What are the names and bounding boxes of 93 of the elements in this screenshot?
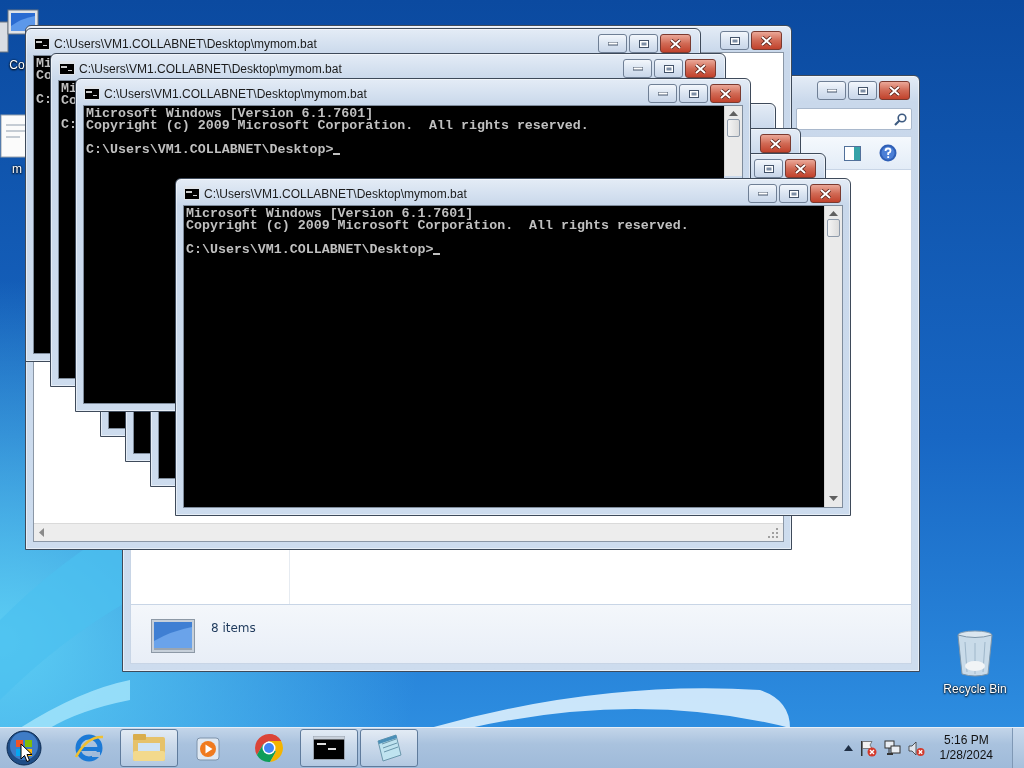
minimize-button[interactable] bbox=[623, 59, 652, 78]
globe-e-icon bbox=[73, 732, 105, 764]
scroll-thumb[interactable] bbox=[727, 119, 740, 137]
search-icon bbox=[894, 112, 907, 126]
console-icon bbox=[184, 186, 200, 200]
command-prompt: C:\Users\VM1.COLLABNET\Desktop> bbox=[86, 144, 334, 156]
maximize-icon bbox=[663, 64, 674, 73]
minimize-icon bbox=[607, 41, 618, 46]
recycle-bin-icon bbox=[956, 630, 994, 678]
window-title: C:\Users\VM1.COLLABNET\Desktop\mymom.bat bbox=[104, 87, 367, 101]
help-icon[interactable] bbox=[879, 144, 897, 162]
play-icon bbox=[195, 734, 223, 762]
minimize-button[interactable] bbox=[598, 34, 627, 53]
search-field[interactable] bbox=[796, 108, 912, 130]
desktop-icon-label[interactable]: Co bbox=[9, 58, 25, 72]
close-icon bbox=[889, 85, 900, 96]
window-title: C:\Users\VM1.COLLABNET\Desktop\mymom.bat bbox=[79, 62, 342, 76]
console-line: Copyright (c) 2009 Microsoft Corporation. All rights reserved. bbox=[86, 120, 589, 132]
command-prompt: C: bbox=[36, 94, 52, 106]
scroll-left-icon[interactable] bbox=[39, 528, 45, 537]
minimize-button[interactable] bbox=[648, 84, 677, 103]
maximize-button[interactable] bbox=[848, 81, 877, 100]
console-line: Microsoft Windows [Version 6.1.7601] bbox=[186, 208, 474, 220]
vertical-scrollbar[interactable] bbox=[724, 106, 742, 176]
scroll-thumb[interactable] bbox=[827, 219, 840, 237]
network-icon[interactable] bbox=[883, 739, 901, 757]
minimize-icon bbox=[757, 191, 768, 196]
maximize-button[interactable] bbox=[779, 184, 808, 203]
close-icon bbox=[670, 38, 681, 49]
maximize-icon bbox=[688, 89, 699, 98]
command-prompt: C: bbox=[61, 119, 77, 131]
horizontal-scrollbar[interactable] bbox=[34, 523, 783, 541]
close-icon bbox=[761, 35, 772, 46]
close-icon bbox=[695, 63, 706, 74]
flag-error-icon[interactable] bbox=[859, 739, 877, 757]
minimize-icon bbox=[657, 91, 668, 96]
close-icon bbox=[770, 138, 781, 149]
speaker-muted-icon[interactable] bbox=[907, 739, 925, 757]
resize-grip-icon[interactable] bbox=[768, 527, 778, 538]
close-button[interactable] bbox=[879, 81, 910, 100]
clock[interactable]: 5:16 PM 1/28/2024 bbox=[939, 733, 993, 763]
caret-up-icon[interactable] bbox=[843, 745, 853, 751]
preview-pane-icon[interactable] bbox=[844, 145, 861, 161]
close-button[interactable] bbox=[660, 34, 691, 53]
monitor-icon bbox=[151, 619, 195, 653]
minimize-icon bbox=[826, 88, 837, 93]
item-count: 8 items bbox=[211, 621, 256, 635]
console-icon bbox=[34, 36, 50, 50]
close-icon bbox=[820, 188, 831, 199]
terminal-icon bbox=[313, 736, 345, 760]
close-button[interactable] bbox=[760, 134, 791, 153]
close-button[interactable] bbox=[810, 184, 841, 203]
taskbar-button[interactable] bbox=[300, 729, 358, 767]
window-title: C:\Users\VM1.COLLABNET\Desktop\mymom.bat bbox=[54, 37, 317, 51]
maximize-icon bbox=[788, 189, 799, 198]
maximize-icon bbox=[763, 164, 774, 173]
maximize-icon bbox=[729, 36, 740, 45]
close-button[interactable] bbox=[785, 159, 816, 178]
chrome-icon bbox=[253, 732, 285, 764]
clock-time: 5:16 PM bbox=[943, 733, 989, 748]
maximize-icon bbox=[638, 39, 649, 48]
console-icon bbox=[59, 61, 75, 75]
close-button[interactable] bbox=[710, 84, 741, 103]
command-prompt: C:\Users\VM1.COLLABNET\Desktop> bbox=[186, 244, 434, 256]
scroll-down-icon[interactable] bbox=[829, 496, 838, 502]
mouse-pointer-icon bbox=[20, 743, 33, 763]
console-line: Microsoft Windows [Version 6.1.7601] bbox=[86, 108, 374, 120]
minimize-button[interactable] bbox=[817, 81, 846, 100]
clock-date: 1/28/2024 bbox=[939, 748, 993, 763]
maximize-button[interactable] bbox=[754, 159, 783, 178]
close-icon bbox=[795, 163, 806, 174]
maximize-button[interactable] bbox=[654, 59, 683, 78]
close-button[interactable] bbox=[685, 59, 716, 78]
minimize-button[interactable] bbox=[748, 184, 777, 203]
console-icon bbox=[84, 86, 100, 100]
scroll-up-icon[interactable] bbox=[829, 211, 838, 217]
window-title: C:\Users\VM1.COLLABNET\Desktop\mymom.bat bbox=[204, 187, 467, 201]
desktop-icon-label[interactable]: Recycle Bin bbox=[943, 682, 1007, 696]
maximize-button[interactable] bbox=[629, 34, 658, 53]
console-line: Mi bbox=[61, 83, 77, 95]
vertical-scrollbar[interactable] bbox=[824, 206, 842, 507]
console-line: Copyright (c) 2009 Microsoft Corporation. All rights reserved. bbox=[186, 220, 689, 232]
minimize-icon bbox=[632, 66, 643, 71]
scroll-up-icon[interactable] bbox=[729, 111, 738, 117]
console-line: Mi bbox=[36, 58, 52, 70]
close-button[interactable] bbox=[751, 31, 782, 50]
maximize-button[interactable] bbox=[720, 31, 749, 50]
close-icon bbox=[720, 88, 731, 99]
maximize-button[interactable] bbox=[679, 84, 708, 103]
folder-icon bbox=[132, 733, 166, 763]
maximize-icon bbox=[857, 86, 868, 95]
notepad-icon bbox=[374, 733, 404, 763]
desktop-icon-label[interactable]: m bbox=[12, 162, 22, 176]
